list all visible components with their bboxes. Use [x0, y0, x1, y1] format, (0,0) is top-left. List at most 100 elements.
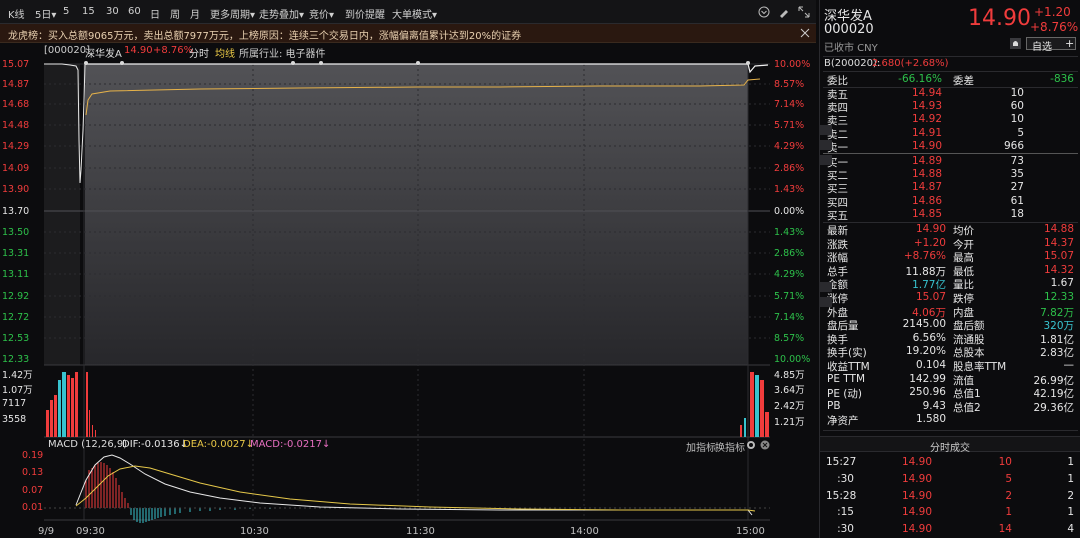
macd-tick: 0.07 [22, 485, 44, 496]
intraday-chart[interactable] [0, 0, 820, 538]
stat-value: 250.96 [909, 386, 946, 399]
time-tick: 09:30 [76, 526, 105, 537]
stat-value: 2145.00 [902, 318, 946, 331]
vol-tick: 4.85万 [774, 370, 805, 381]
macd-tick: 0.01 [22, 502, 44, 513]
pct-tick: 4.29% [774, 269, 805, 280]
vol-tick: 3.64万 [774, 385, 805, 396]
pct-tick: 10.00% [774, 59, 811, 70]
bell-icon[interactable] [1010, 38, 1021, 49]
stat-value: 14.88 [1043, 223, 1074, 235]
stat-value: — [1063, 359, 1075, 371]
vol-tick: 2.42万 [774, 401, 805, 412]
stat-value: 15.07 [915, 291, 946, 303]
price-tick: 14.29 [2, 141, 30, 152]
orderbook-price[interactable]: 14.92 [892, 113, 942, 125]
orderbook-price[interactable]: 14.85 [892, 208, 942, 220]
orderbook-price[interactable]: 14.88 [892, 168, 942, 180]
orderbook-volume: 60 [1010, 100, 1024, 113]
ticks-header: 分时成交 [820, 436, 1080, 454]
add-indicator-button[interactable]: 加指标 [686, 439, 716, 454]
side-tab[interactable] [820, 282, 832, 292]
side-tab[interactable] [820, 140, 832, 150]
tick-volume: 14 [998, 523, 1012, 536]
pct-tick: 1.43% [774, 184, 805, 195]
price-tick: 13.11 [2, 269, 30, 280]
tick-time: :30 [837, 523, 854, 536]
macd-tick: 0.19 [22, 450, 44, 461]
orderbook-price[interactable]: 14.87 [892, 181, 942, 193]
weicha-value: -836 [1050, 73, 1074, 85]
tick-count: 2 [1067, 489, 1074, 502]
price-tick: 13.31 [2, 248, 30, 259]
orderbook-price[interactable]: 14.93 [892, 100, 942, 112]
stat-value: 142.99 [909, 372, 946, 385]
stat-label: 净资产 [827, 415, 859, 428]
orderbook-price[interactable]: 14.89 [892, 155, 942, 167]
macd-title: MACD (12,26,9) [48, 439, 128, 450]
time-tick: 9/9 [38, 526, 55, 537]
tick-time: 15:28 [826, 489, 857, 502]
tick-volume: 2 [1005, 489, 1012, 502]
tick-price: 14.90 [901, 472, 932, 485]
close-icon[interactable] [760, 440, 770, 450]
pct-tick: 7.14% [774, 312, 805, 323]
price-tick: 13.90 [2, 184, 30, 195]
divider [823, 71, 1078, 72]
stat-value: 29.36亿 [1033, 401, 1074, 414]
stat-label: 总值2 [953, 401, 981, 414]
dea-text: DEA:-0.0027 [183, 439, 246, 450]
price-tick: 12.72 [2, 312, 30, 323]
prev-day-area [44, 64, 80, 365]
stat-value: +1.20 [913, 236, 946, 249]
side-tab[interactable] [820, 297, 832, 307]
orderbook-price[interactable]: 14.90 [892, 140, 942, 152]
price-tick: 14.68 [2, 99, 30, 110]
stat-value: 9.43 [922, 399, 946, 412]
orderbook-price[interactable]: 14.86 [892, 195, 942, 207]
orderbook-volume: 966 [1003, 139, 1024, 152]
dea-value: DEA:-0.0027↓ [183, 439, 254, 450]
side-tab[interactable] [820, 155, 832, 165]
time-tick: 15:00 [736, 526, 765, 537]
side-tab[interactable] [820, 125, 832, 135]
orderbook-price[interactable]: 14.94 [892, 87, 942, 99]
pct-tick: 2.86% [774, 163, 805, 174]
pct-tick: 5.71% [774, 120, 805, 131]
tick-price: 14.90 [901, 489, 932, 502]
orderbook-volume: 5 [1017, 126, 1024, 139]
gear-icon[interactable] [746, 440, 756, 450]
price-tick: 13.50 [2, 227, 30, 238]
price-area [85, 64, 748, 365]
tick-volume: 1 [1005, 506, 1012, 519]
tick-price: 14.90 [901, 456, 932, 468]
tick-price: 14.90 [901, 523, 932, 536]
tick-time: :15 [837, 506, 854, 519]
self-select-label: 自选 [1032, 42, 1052, 53]
divider [823, 153, 1078, 154]
stat-value: 6.56% [912, 331, 946, 344]
price-tick: 14.48 [2, 120, 30, 131]
weibi-label: 委比 [827, 75, 848, 87]
macd-text: MACD:-0.0217 [250, 439, 322, 450]
time-tick: 14:00 [570, 526, 599, 537]
divider [823, 87, 1078, 88]
pct-tick: 8.57% [774, 79, 805, 90]
tick-count: 1 [1067, 472, 1074, 485]
orderbook-volume: 18 [1010, 207, 1024, 220]
macd-arrow: ↓ [321, 439, 331, 450]
divider [823, 430, 1078, 431]
orderbook-price[interactable]: 14.91 [892, 127, 942, 139]
self-select-button[interactable]: 自选 + [1026, 37, 1076, 53]
orderbook-volume: 10 [1010, 113, 1024, 126]
price-tick: 14.87 [2, 79, 30, 90]
stat-value: 12.33 [1043, 291, 1074, 303]
stat-label: PB [827, 399, 841, 412]
pct-tick: 7.14% [774, 99, 805, 110]
stat-value: 0.104 [915, 359, 946, 371]
tick-price: 14.90 [901, 506, 932, 519]
stat-value: 15.07 [1043, 250, 1074, 263]
dif-value: DIF:-0.0136↓ [122, 439, 188, 450]
switch-indicator-button[interactable]: 换指标 [715, 439, 745, 454]
pct-tick: 5.71% [774, 291, 805, 302]
